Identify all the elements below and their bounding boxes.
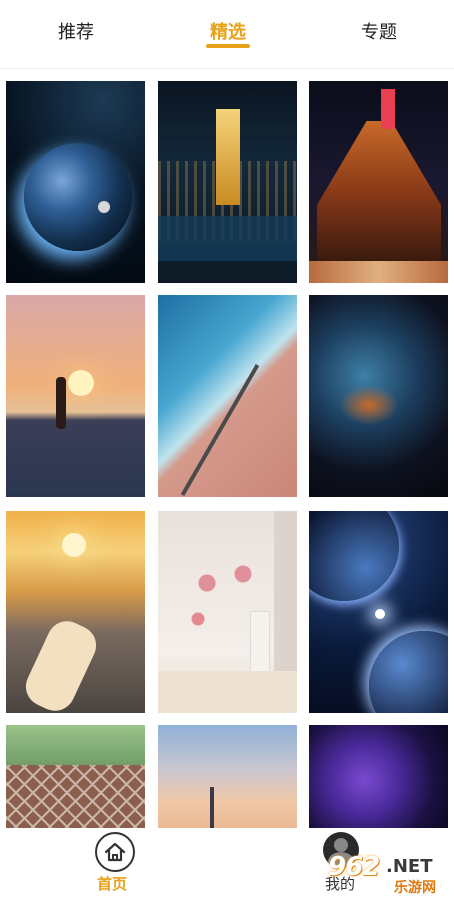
tower-shape <box>216 109 240 205</box>
nebula-dust <box>339 385 399 425</box>
watermark-number: 962 <box>328 852 380 882</box>
wallpaper-palace-night[interactable] <box>309 81 448 283</box>
vase-shape <box>250 611 270 673</box>
person-silhouette <box>56 377 66 429</box>
sun-shape <box>62 533 86 557</box>
wallpaper-aerial-ice[interactable] <box>158 295 297 497</box>
moon-shape <box>98 201 110 213</box>
wallpaper-sunrise-valley[interactable] <box>6 511 145 713</box>
wallpaper-beach-sunset[interactable] <box>6 295 145 497</box>
wallpaper-still-life[interactable] <box>158 511 297 713</box>
palace-shape <box>317 121 441 261</box>
wallpaper-nebula[interactable] <box>309 295 448 497</box>
sun-shape <box>68 370 94 396</box>
table-shape <box>158 671 297 713</box>
wallpaper-planets[interactable] <box>309 511 448 713</box>
home-icon <box>104 842 126 862</box>
planet-shape <box>309 511 399 601</box>
watermark-net: .NET <box>386 856 433 877</box>
star-shape <box>375 609 385 619</box>
site-watermark: 962 .NET 乐游网 <box>320 852 450 896</box>
watermark-sub: 乐游网 <box>394 880 436 896</box>
neon-sign <box>381 89 395 129</box>
wallpaper-dusk-sky[interactable] <box>158 725 297 835</box>
road-lights <box>309 261 448 283</box>
home-nav-button[interactable] <box>95 832 135 872</box>
wallpaper-galaxy[interactable] <box>309 725 448 835</box>
lattice-shape <box>6 765 145 835</box>
avatar-head <box>334 838 348 852</box>
home-nav-label[interactable]: 首页 <box>97 873 127 894</box>
planet-shape <box>24 143 132 251</box>
window-frame <box>274 511 297 671</box>
wallpaper-city-night[interactable] <box>158 81 297 283</box>
river-shape <box>19 614 103 713</box>
wallpaper-earth[interactable] <box>6 81 145 283</box>
wallpaper-green-lattice[interactable] <box>6 725 145 835</box>
planet-shape <box>369 631 448 713</box>
road-line <box>180 364 260 496</box>
wallpaper-grid <box>0 0 454 900</box>
river-shape <box>158 216 297 261</box>
